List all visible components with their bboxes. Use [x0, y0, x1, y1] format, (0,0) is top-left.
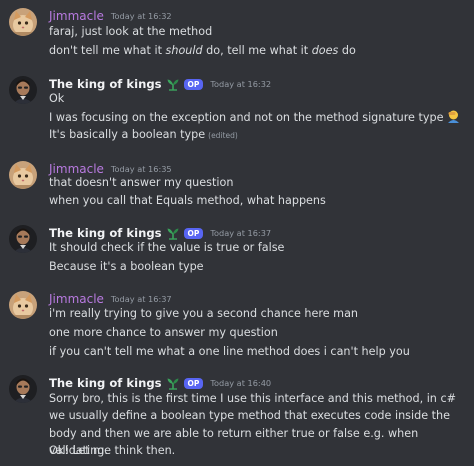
message-text: faraj, just look at the method — [49, 25, 213, 38]
avatar[interactable] — [9, 375, 37, 403]
username[interactable]: The king of kings — [49, 376, 162, 390]
message-text: i'm really trying to give you a second c… — [49, 307, 359, 320]
avatar[interactable] — [9, 8, 37, 36]
text-segment: do, tell me what it — [202, 44, 312, 57]
message-text: when you call that Equals method, what h… — [49, 194, 326, 207]
message-text: I was focusing on the exception and not … — [49, 109, 461, 125]
facepalm-emoji-icon — [447, 110, 459, 123]
username[interactable]: Jimmacle — [49, 162, 104, 176]
text-segment: don't tell me what it — [49, 44, 166, 57]
text-segment: do — [338, 44, 356, 57]
username[interactable]: Jimmacle — [49, 9, 104, 23]
emphasis-text: should — [165, 44, 203, 57]
sprout-icon[interactable] — [166, 376, 180, 390]
text-segment: I was focusing on the exception and not … — [49, 111, 444, 124]
username[interactable]: The king of kings — [49, 226, 162, 240]
message-text: Ok! Let me think then. — [49, 444, 176, 457]
message-text: don't tell me what it should do, tell me… — [49, 43, 356, 59]
avatar[interactable] — [9, 161, 37, 189]
op-badge: OP — [183, 377, 204, 389]
message-text: Ok — [49, 92, 65, 105]
username[interactable]: The king of kings — [49, 77, 162, 91]
message-header: The king of kings OP Today at 16:37 — [49, 225, 271, 241]
avatar[interactable] — [9, 76, 37, 104]
timestamp[interactable]: Today at 16:32 — [111, 11, 172, 21]
message-text: Because it's a boolean type — [49, 260, 204, 273]
message-header: The king of kings OP Today at 16:40 — [49, 375, 271, 391]
message-text: that doesn't answer my question — [49, 176, 234, 189]
avatar[interactable] — [9, 291, 37, 319]
op-badge: OP — [183, 78, 204, 90]
timestamp[interactable]: Today at 16:37 — [111, 294, 172, 304]
avatar[interactable] — [9, 225, 37, 253]
edited-label: (edited) — [208, 131, 238, 140]
username[interactable]: Jimmacle — [49, 292, 104, 306]
emphasis-text: does — [311, 44, 339, 57]
chat-messages: Jimmacle Today at 16:32 faraj, just look… — [0, 0, 474, 466]
timestamp[interactable]: Today at 16:40 — [210, 378, 271, 388]
message-header: The king of kings OP Today at 16:32 — [49, 76, 271, 92]
text-segment: It's basically a boolean type — [49, 128, 206, 141]
message-text: one more chance to answer my question — [49, 326, 278, 339]
message-header: Jimmacle Today at 16:32 — [49, 8, 172, 24]
timestamp[interactable]: Today at 16:32 — [210, 79, 271, 89]
sprout-icon[interactable] — [166, 77, 180, 91]
op-badge: OP — [183, 227, 204, 239]
message-header: Jimmacle Today at 16:37 — [49, 291, 172, 307]
message-text: It should check if the value is true or … — [49, 241, 285, 254]
sprout-icon[interactable] — [166, 226, 180, 240]
timestamp[interactable]: Today at 16:37 — [210, 228, 271, 238]
message-text: if you can't tell me what a one line met… — [49, 345, 410, 358]
timestamp[interactable]: Today at 16:35 — [111, 164, 172, 174]
message-text: It's basically a boolean type (edited) — [49, 127, 238, 143]
